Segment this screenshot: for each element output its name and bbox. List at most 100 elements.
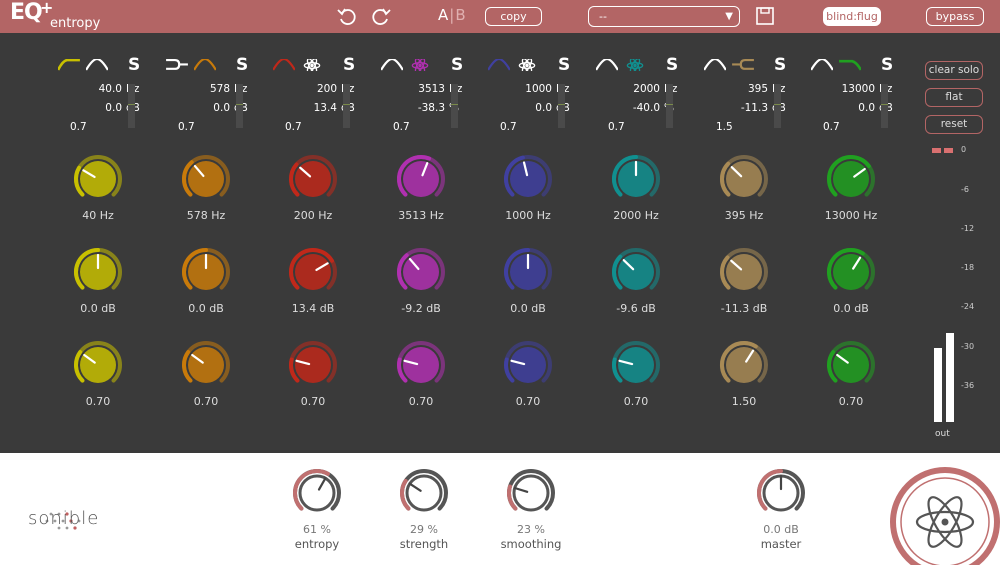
- q-knob[interactable]: [180, 339, 232, 391]
- atom-icon[interactable]: [409, 59, 431, 71]
- atom-icon[interactable]: [890, 467, 1000, 565]
- flat-button[interactable]: flat: [925, 88, 983, 107]
- frequency-knob[interactable]: [610, 153, 662, 205]
- strength-control: 29 % strength: [379, 467, 469, 551]
- blind-flug-button[interactable]: blind:flug: [823, 7, 881, 26]
- gain-knob[interactable]: [610, 246, 662, 298]
- q-knob-wrap: 0.70: [797, 339, 905, 408]
- master-knob[interactable]: [755, 467, 807, 519]
- solo-button[interactable]: S: [881, 55, 893, 75]
- bypass-button[interactable]: bypass: [926, 7, 984, 26]
- atom-icon[interactable]: [301, 59, 323, 71]
- clip-indicator-left: [932, 148, 941, 153]
- band-type-icons: S: [58, 55, 166, 75]
- frequency-knob[interactable]: [287, 153, 339, 205]
- eq-entropy-logo: EQ + entropy: [10, 0, 101, 31]
- smoothing-control: 23 % smoothing: [486, 467, 576, 551]
- band-type-icons: S: [488, 55, 596, 75]
- band-meter: [666, 84, 673, 128]
- band-4: S 3513Hz -38.3% 0.7 3513 Hz -9.2 dB: [381, 33, 489, 453]
- band-5: S 1000Hz 0.0dB 0.7 1000 Hz 0.0 dB: [488, 33, 596, 453]
- top-bar: EQ + entropy A|B copy -- ▼ blind:flug by…: [0, 0, 1000, 33]
- solo-button[interactable]: S: [774, 55, 786, 75]
- output-meter: 0 -6 -12 -18 -24 -30 -36 out: [925, 145, 985, 445]
- chevron-down-icon: ▼: [725, 11, 733, 22]
- solo-button[interactable]: S: [451, 55, 463, 75]
- band-meter: [881, 84, 888, 128]
- frequency-knob-wrap: 578 Hz: [152, 153, 260, 222]
- atom-icon[interactable]: [624, 59, 646, 71]
- gain-knob-wrap: 0.0 dB: [797, 246, 905, 315]
- q-knob[interactable]: [72, 339, 124, 391]
- gain-knob[interactable]: [72, 246, 124, 298]
- filter-shape-icon[interactable]: [839, 59, 861, 71]
- copy-button[interactable]: copy: [485, 7, 542, 26]
- frequency-knob-wrap: 395 Hz: [690, 153, 798, 222]
- filter-type-icon[interactable]: [58, 59, 80, 71]
- band-6: S 2000Hz -40.0% 0.7 2000 Hz -9.6 dB: [596, 33, 704, 453]
- atom-icon[interactable]: [516, 59, 538, 71]
- frequency-knob[interactable]: [180, 153, 232, 205]
- gain-knob[interactable]: [718, 246, 770, 298]
- q-knob[interactable]: [287, 339, 339, 391]
- gain-knob-wrap: 0.0 dB: [474, 246, 582, 315]
- solo-button[interactable]: S: [343, 55, 355, 75]
- filter-shape-icon[interactable]: [194, 59, 216, 71]
- filter-type-icon[interactable]: [596, 59, 618, 71]
- filter-type-icon[interactable]: [273, 59, 295, 71]
- q-knob[interactable]: [395, 339, 447, 391]
- filter-type-icon[interactable]: [488, 59, 510, 71]
- reset-button[interactable]: reset: [925, 115, 983, 134]
- smoothing-knob[interactable]: [505, 467, 557, 519]
- gain-knob[interactable]: [502, 246, 554, 298]
- frequency-knob[interactable]: [72, 153, 124, 205]
- sonible-logo: sonible: [28, 508, 100, 529]
- filter-type-icon[interactable]: [381, 59, 403, 71]
- band-type-icons: S: [596, 55, 704, 75]
- band-3: S 200Hz 13.4dB 0.7 200 Hz 13.4 dB: [273, 33, 381, 453]
- gain-knob[interactable]: [825, 246, 877, 298]
- ab-b[interactable]: B: [455, 6, 466, 24]
- frequency-knob[interactable]: [395, 153, 447, 205]
- clear-solo-button[interactable]: clear solo: [925, 61, 983, 80]
- q-knob[interactable]: [718, 339, 770, 391]
- filter-type-icon[interactable]: [704, 59, 726, 71]
- strength-knob[interactable]: [398, 467, 450, 519]
- q-knob[interactable]: [610, 339, 662, 391]
- save-icon[interactable]: [755, 6, 775, 26]
- frequency-knob[interactable]: [825, 153, 877, 205]
- q-knob[interactable]: [502, 339, 554, 391]
- preset-dropdown[interactable]: -- ▼: [588, 6, 740, 27]
- undo-icon[interactable]: [336, 5, 358, 27]
- band-type-icons: S: [273, 55, 381, 75]
- entropy-knob[interactable]: [291, 467, 343, 519]
- filter-shape-icon[interactable]: [86, 59, 108, 71]
- output-level-left: [934, 348, 942, 422]
- q-knob[interactable]: [825, 339, 877, 391]
- gain-knob[interactable]: [395, 246, 447, 298]
- filter-type-icon[interactable]: [166, 59, 188, 71]
- gain-knob[interactable]: [180, 246, 232, 298]
- q-knob-wrap: 1.50: [690, 339, 798, 408]
- gain-knob[interactable]: [287, 246, 339, 298]
- frequency-knob[interactable]: [502, 153, 554, 205]
- clip-indicator-right: [944, 148, 953, 153]
- ab-compare[interactable]: A|B: [438, 6, 467, 24]
- ab-a[interactable]: A: [438, 6, 449, 24]
- gain-knob-wrap: 13.4 dB: [259, 246, 367, 315]
- filter-shape-icon[interactable]: [732, 59, 754, 71]
- redo-icon[interactable]: [370, 5, 392, 27]
- band-meter: [343, 84, 350, 128]
- solo-button[interactable]: S: [236, 55, 248, 75]
- filter-type-icon[interactable]: [811, 59, 833, 71]
- solo-button[interactable]: S: [666, 55, 678, 75]
- band-7: S 395Hz -11.3dB 1.5 395 Hz -11.3 dB: [704, 33, 812, 453]
- entropy-control: 61 % entropy: [272, 467, 362, 551]
- frequency-knob[interactable]: [718, 153, 770, 205]
- gain-knob-wrap: -9.2 dB: [367, 246, 475, 315]
- solo-button[interactable]: S: [128, 55, 140, 75]
- output-level-right: [946, 333, 954, 422]
- frequency-knob-wrap: 1000 Hz: [474, 153, 582, 222]
- solo-button[interactable]: S: [558, 55, 570, 75]
- band-2: S 578Hz 0.0dB 0.7 578 Hz 0.0 dB: [166, 33, 274, 453]
